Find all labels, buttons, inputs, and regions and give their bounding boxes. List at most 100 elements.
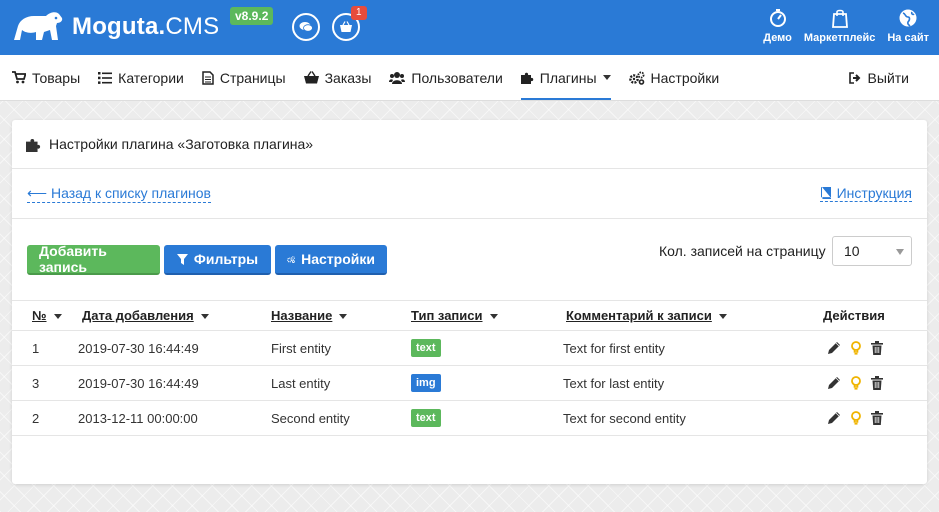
table-row: 3 2019-07-30 16:44:49 Last entity img Te… (12, 365, 927, 401)
sort-caret-icon (718, 314, 727, 320)
edit-button[interactable] (827, 376, 841, 390)
col-actions: Действия (823, 300, 927, 331)
cell-type: text (411, 330, 563, 366)
sign-out-icon (848, 71, 860, 84)
to-site-label: На сайт (887, 32, 929, 44)
filters-button[interactable]: Фильтры (164, 245, 271, 275)
col-name[interactable]: Название (271, 300, 411, 331)
page-title: Настройки плагина «Заготовка плагина» (49, 136, 314, 152)
panel-header: Настройки плагина «Заготовка плагина» (12, 120, 927, 169)
nav-item-pages[interactable]: Страницы (202, 55, 286, 100)
nav-label-settings: Настройки (650, 69, 720, 86)
chevron-down-icon (896, 249, 904, 255)
edit-button[interactable] (827, 341, 841, 355)
sort-caret-icon (200, 314, 209, 320)
per-page-value: 10 (844, 243, 860, 259)
nav-item-users[interactable]: Пользователи (389, 55, 503, 100)
col-comment[interactable]: Комментарий к записи (563, 300, 823, 331)
col-number-label: № (32, 308, 47, 323)
per-page-select[interactable]: 10 (832, 236, 912, 266)
gears-icon (628, 71, 645, 85)
cart-count-badge: 1 (351, 6, 367, 20)
chat-icon (299, 22, 313, 32)
trash-icon (871, 376, 883, 390)
back-to-plugins-link[interactable]: ⟵ Назад к списку плагинов (27, 185, 211, 203)
delete-button[interactable] (871, 376, 883, 390)
col-number[interactable]: № (12, 300, 63, 331)
nav-label-categories: Категории (118, 69, 184, 86)
list-icon (98, 71, 113, 84)
col-actions-label: Действия (823, 308, 885, 323)
basket-icon (340, 21, 352, 32)
instruction-label: Инструкция (836, 185, 912, 201)
cell-type: img (411, 365, 563, 401)
nav-item-categories[interactable]: Категории (98, 55, 184, 100)
add-record-button[interactable]: Добавить запись (27, 243, 160, 275)
links-row: ⟵ Назад к списку плагинов Инструкция (12, 169, 927, 219)
toggle-active-button[interactable] (851, 340, 861, 356)
pencil-icon (828, 377, 840, 389)
nav-item-products[interactable]: Товары (12, 55, 80, 100)
row-actions (827, 375, 927, 391)
delete-button[interactable] (871, 411, 883, 425)
row-actions (827, 410, 927, 426)
sort-caret-icon (339, 314, 348, 320)
trash-icon (871, 341, 883, 355)
nav-item-orders[interactable]: Заказы (303, 55, 371, 100)
lightbulb-icon (851, 375, 861, 390)
shopping-bag-icon (831, 9, 848, 28)
cell-name: Second entity (271, 400, 411, 436)
logo-text: Moguta.CMS (72, 15, 219, 39)
toggle-active-button[interactable] (851, 375, 861, 391)
toggle-active-button[interactable] (851, 410, 861, 426)
type-badge: text (411, 339, 441, 357)
cell-type: text (411, 400, 563, 436)
nav-item-plugins[interactable]: Плагины (520, 55, 611, 100)
logo[interactable]: Moguta.CMS (12, 10, 219, 44)
chat-button[interactable] (292, 13, 320, 41)
col-type[interactable]: Тип записи (411, 300, 563, 331)
nav-label-pages: Страницы (219, 69, 286, 86)
per-page-label: Кол. записей на страницу (659, 243, 826, 259)
speedometer-icon (769, 9, 786, 27)
cell-number: 2 (12, 400, 63, 436)
plugin-settings-panel: Настройки плагина «Заготовка плагина» ⟵ … (12, 120, 927, 484)
table-header-row: № Дата добавления Название Тип записи Ко… (12, 300, 927, 331)
logout-link[interactable]: Выйти (848, 55, 909, 100)
col-date[interactable]: Дата добавления (63, 300, 271, 331)
bear-logo-icon (14, 12, 63, 40)
cell-date: 2013-12-11 00:00:00 (63, 400, 271, 436)
gears-icon (287, 255, 295, 263)
edit-button[interactable] (827, 411, 841, 425)
marketplace-link[interactable]: Маркетплейс (804, 8, 875, 44)
delete-button[interactable] (871, 341, 883, 355)
cart-icon (12, 71, 26, 84)
demo-link[interactable]: Демо (763, 8, 792, 44)
cell-comment: Text for second entity (563, 400, 823, 436)
row-actions (827, 340, 927, 356)
chevron-down-icon (602, 75, 611, 80)
table-row: 2 2013-12-11 00:00:00 Second entity text… (12, 400, 927, 436)
marketplace-label: Маркетплейс (803, 32, 876, 44)
pencil-icon (828, 342, 840, 354)
cell-name: Last entity (271, 365, 411, 401)
puzzle-icon (26, 138, 41, 152)
version-badge: v8.9.2 (230, 7, 274, 25)
type-badge: img (411, 374, 441, 392)
lightbulb-icon (851, 340, 861, 355)
globe-icon (899, 9, 917, 27)
cell-number: 1 (12, 330, 63, 366)
cell-comment: Text for last entity (563, 365, 823, 401)
trash-icon (871, 411, 883, 425)
settings-button[interactable]: Настройки (275, 245, 387, 275)
top-header: Moguta.CMS v8.9.2 1 Демо Маркетплейс На … (0, 0, 939, 55)
logout-label: Выйти (867, 69, 909, 86)
nav-item-settings[interactable]: Настройки (628, 55, 720, 100)
to-site-link[interactable]: На сайт (887, 8, 929, 44)
logo-text-cms: CMS (165, 13, 220, 40)
cell-number: 3 (12, 365, 63, 401)
basket-icon (303, 71, 319, 84)
pencil-icon (828, 412, 840, 424)
instruction-link[interactable]: Инструкция (819, 185, 912, 202)
logo-text-main: Moguta. (72, 13, 166, 40)
